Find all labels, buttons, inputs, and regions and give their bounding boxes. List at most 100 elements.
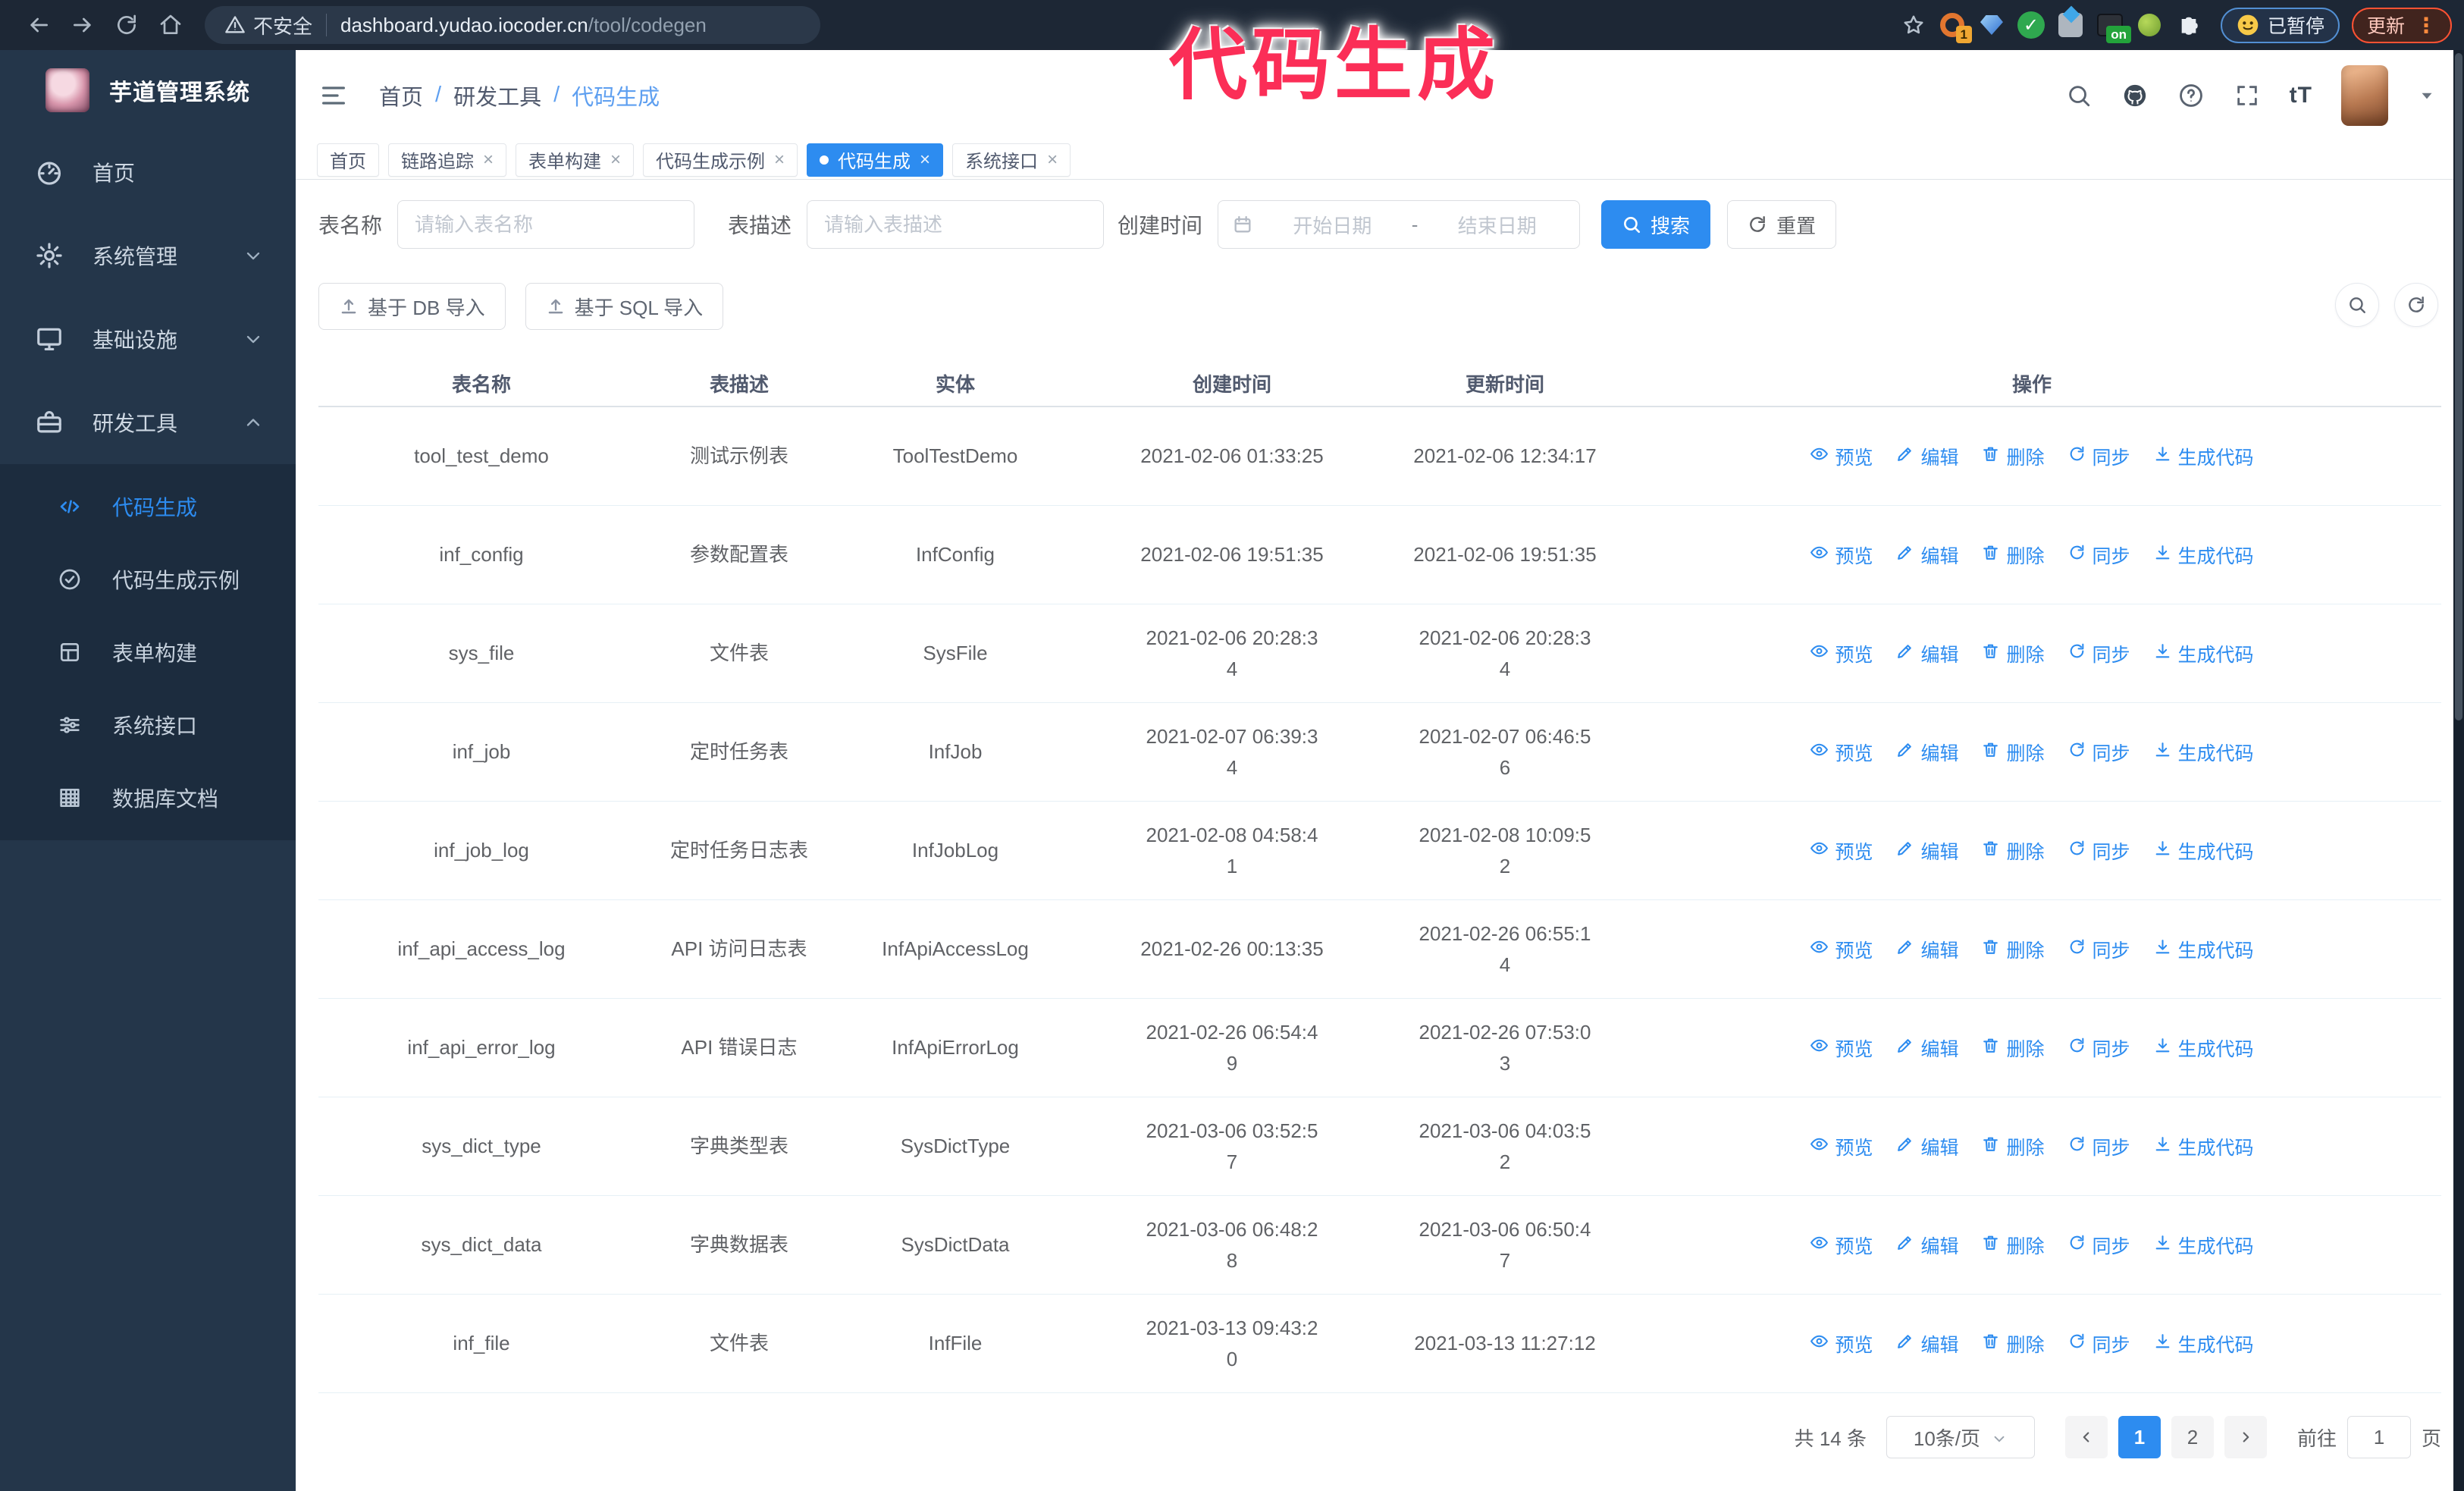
- breadcrumb-item[interactable]: 研发工具: [453, 80, 541, 111]
- dark-extension-icon[interactable]: on: [2090, 5, 2131, 45]
- delete-link[interactable]: 删除: [1981, 739, 2045, 766]
- edit-link[interactable]: 编辑: [1895, 1232, 1958, 1259]
- close-icon[interactable]: ×: [610, 149, 621, 171]
- tab-5[interactable]: 代码生成 ×: [807, 143, 944, 177]
- close-icon[interactable]: ×: [774, 149, 785, 171]
- tab-6[interactable]: 系统接口 ×: [952, 143, 1071, 177]
- generate-code-link[interactable]: 生成代码: [2153, 640, 2254, 667]
- delete-link[interactable]: 删除: [1981, 541, 2045, 569]
- generate-code-link[interactable]: 生成代码: [2153, 837, 2254, 865]
- address-bar[interactable]: 不安全 dashboard.yudao.iocoder.cn/tool/code…: [205, 6, 820, 44]
- goto-page-input[interactable]: [2346, 1416, 2411, 1458]
- sync-link[interactable]: 同步: [2067, 1034, 2130, 1062]
- generate-code-link[interactable]: 生成代码: [2153, 1034, 2254, 1062]
- generate-code-link[interactable]: 生成代码: [2153, 1133, 2254, 1160]
- close-icon[interactable]: ×: [920, 149, 930, 171]
- table-name-input[interactable]: [397, 200, 695, 249]
- preview-link[interactable]: 预览: [1810, 541, 1873, 569]
- page-url[interactable]: dashboard.yudao.iocoder.cn/tool/codegen: [340, 14, 707, 37]
- start-date-placeholder[interactable]: 开始日期: [1264, 211, 1401, 239]
- sync-link[interactable]: 同步: [2067, 936, 2130, 963]
- sync-link[interactable]: 同步: [2067, 837, 2130, 865]
- date-range-picker[interactable]: 开始日期 - 结束日期: [1218, 200, 1581, 249]
- preview-link[interactable]: 预览: [1810, 837, 1873, 865]
- delete-link[interactable]: 删除: [1981, 1034, 2045, 1062]
- reload-icon[interactable]: [105, 6, 149, 44]
- paused-profile-badge[interactable]: 已暂停: [2220, 7, 2340, 43]
- sidebar-subitem-2[interactable]: 代码生成示例: [0, 543, 296, 616]
- sync-link[interactable]: 同步: [2067, 1133, 2130, 1160]
- breadcrumb-item[interactable]: 首页: [379, 80, 423, 111]
- edit-link[interactable]: 编辑: [1895, 739, 1958, 766]
- db-import-button[interactable]: 基于 DB 导入: [318, 283, 506, 330]
- generate-code-link[interactable]: 生成代码: [2153, 541, 2254, 569]
- sync-link[interactable]: 同步: [2067, 640, 2130, 667]
- home-icon[interactable]: [149, 6, 193, 44]
- preview-link[interactable]: 预览: [1810, 1133, 1873, 1160]
- reset-button[interactable]: 重置: [1727, 200, 1837, 249]
- sidebar-item-1[interactable]: 首页: [0, 130, 296, 214]
- edit-link[interactable]: 编辑: [1895, 443, 1958, 470]
- next-page-button[interactable]: [2224, 1416, 2267, 1458]
- font-size-icon[interactable]: tT: [2290, 83, 2312, 108]
- tab-4[interactable]: 代码生成示例 ×: [643, 143, 798, 177]
- generate-code-link[interactable]: 生成代码: [2153, 739, 2254, 766]
- refresh-table-button[interactable]: [2394, 283, 2438, 327]
- scrollbar-thumb[interactable]: [2455, 53, 2462, 720]
- update-browser-button[interactable]: 更新 ⋮: [2351, 7, 2452, 43]
- edit-link[interactable]: 编辑: [1895, 936, 1958, 963]
- preview-link[interactable]: 预览: [1810, 640, 1873, 667]
- check-extension-icon[interactable]: ✓: [2011, 5, 2051, 45]
- preview-link[interactable]: 预览: [1810, 1330, 1873, 1358]
- sql-import-button[interactable]: 基于 SQL 导入: [525, 283, 724, 330]
- sync-link[interactable]: 同步: [2067, 541, 2130, 569]
- delete-link[interactable]: 删除: [1981, 837, 2045, 865]
- tab-3[interactable]: 表单构建 ×: [516, 143, 635, 177]
- preview-link[interactable]: 预览: [1810, 1034, 1873, 1062]
- sync-link[interactable]: 同步: [2067, 739, 2130, 766]
- sync-link[interactable]: 同步: [2067, 443, 2130, 470]
- gem-extension-icon[interactable]: [1972, 5, 2011, 45]
- edit-link[interactable]: 编辑: [1895, 1034, 1958, 1062]
- page-size-select[interactable]: 10条/页: [1886, 1416, 2035, 1458]
- sync-link[interactable]: 同步: [2067, 1330, 2130, 1358]
- preview-link[interactable]: 预览: [1810, 1232, 1873, 1259]
- kebab-menu-icon[interactable]: ⋮: [2415, 13, 2437, 38]
- hamburger-icon[interactable]: [318, 80, 349, 111]
- key-extension-icon[interactable]: [2130, 5, 2169, 45]
- avatar[interactable]: [2341, 64, 2388, 126]
- back-icon[interactable]: [17, 6, 61, 44]
- sidebar-item-2[interactable]: 系统管理: [0, 214, 296, 297]
- github-icon[interactable]: [2121, 82, 2149, 109]
- sync-link[interactable]: 同步: [2067, 1232, 2130, 1259]
- edit-link[interactable]: 编辑: [1895, 541, 1958, 569]
- delete-link[interactable]: 删除: [1981, 1133, 2045, 1160]
- sidebar-item-3[interactable]: 基础设施: [0, 297, 296, 381]
- preview-link[interactable]: 预览: [1810, 936, 1873, 963]
- tabs-extension-icon[interactable]: [2051, 5, 2090, 45]
- page-button-1[interactable]: 1: [2118, 1416, 2161, 1458]
- generate-code-link[interactable]: 生成代码: [2153, 1232, 2254, 1259]
- end-date-placeholder[interactable]: 结束日期: [1428, 211, 1566, 239]
- search-icon[interactable]: [2065, 82, 2093, 109]
- search-button[interactable]: 搜索: [1601, 200, 1711, 249]
- fullscreen-icon[interactable]: [2234, 82, 2261, 109]
- security-label[interactable]: 不安全: [253, 11, 312, 39]
- tab-1[interactable]: 首页: [317, 143, 379, 177]
- close-icon[interactable]: ×: [1047, 149, 1058, 171]
- edit-link[interactable]: 编辑: [1895, 1330, 1958, 1358]
- help-icon[interactable]: [2177, 82, 2205, 109]
- caret-down-icon[interactable]: [2417, 86, 2437, 105]
- color-wheel-extension-icon[interactable]: 1: [1933, 5, 1972, 45]
- edit-link[interactable]: 编辑: [1895, 1133, 1958, 1160]
- bookmark-star-icon[interactable]: [1895, 6, 1933, 44]
- forward-icon[interactable]: [61, 6, 105, 44]
- sidebar-subitem-3[interactable]: 表单构建: [0, 616, 296, 689]
- sidebar-item-4[interactable]: 研发工具: [0, 381, 296, 464]
- page-scrollbar[interactable]: [2453, 50, 2464, 1491]
- preview-link[interactable]: 预览: [1810, 443, 1873, 470]
- puzzle-extension-icon[interactable]: [2169, 5, 2209, 45]
- delete-link[interactable]: 删除: [1981, 936, 2045, 963]
- edit-link[interactable]: 编辑: [1895, 837, 1958, 865]
- generate-code-link[interactable]: 生成代码: [2153, 443, 2254, 470]
